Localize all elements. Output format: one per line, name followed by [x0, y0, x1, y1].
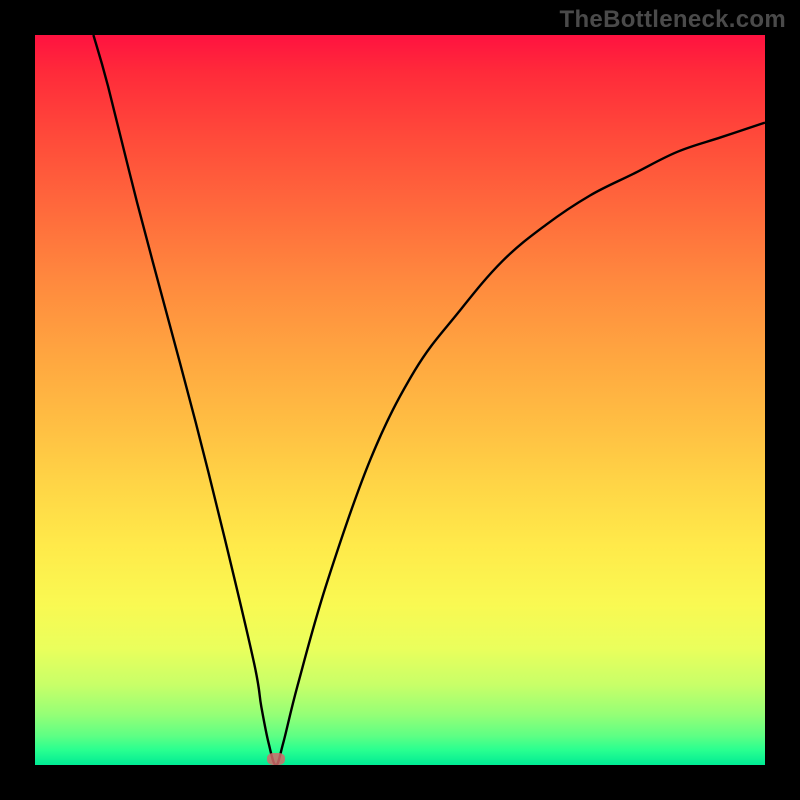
bottleneck-curve: [35, 35, 765, 765]
optimum-marker: [267, 753, 285, 765]
watermark-text: TheBottleneck.com: [560, 6, 786, 34]
chart-frame: TheBottleneck.com: [0, 0, 800, 800]
plot-area: [35, 35, 765, 765]
